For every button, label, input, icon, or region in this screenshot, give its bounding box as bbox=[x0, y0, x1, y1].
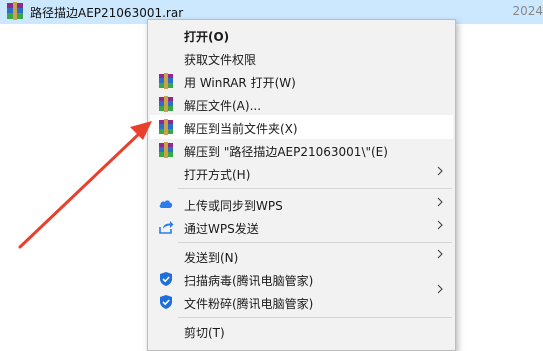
annotation-arrow bbox=[18, 121, 152, 249]
